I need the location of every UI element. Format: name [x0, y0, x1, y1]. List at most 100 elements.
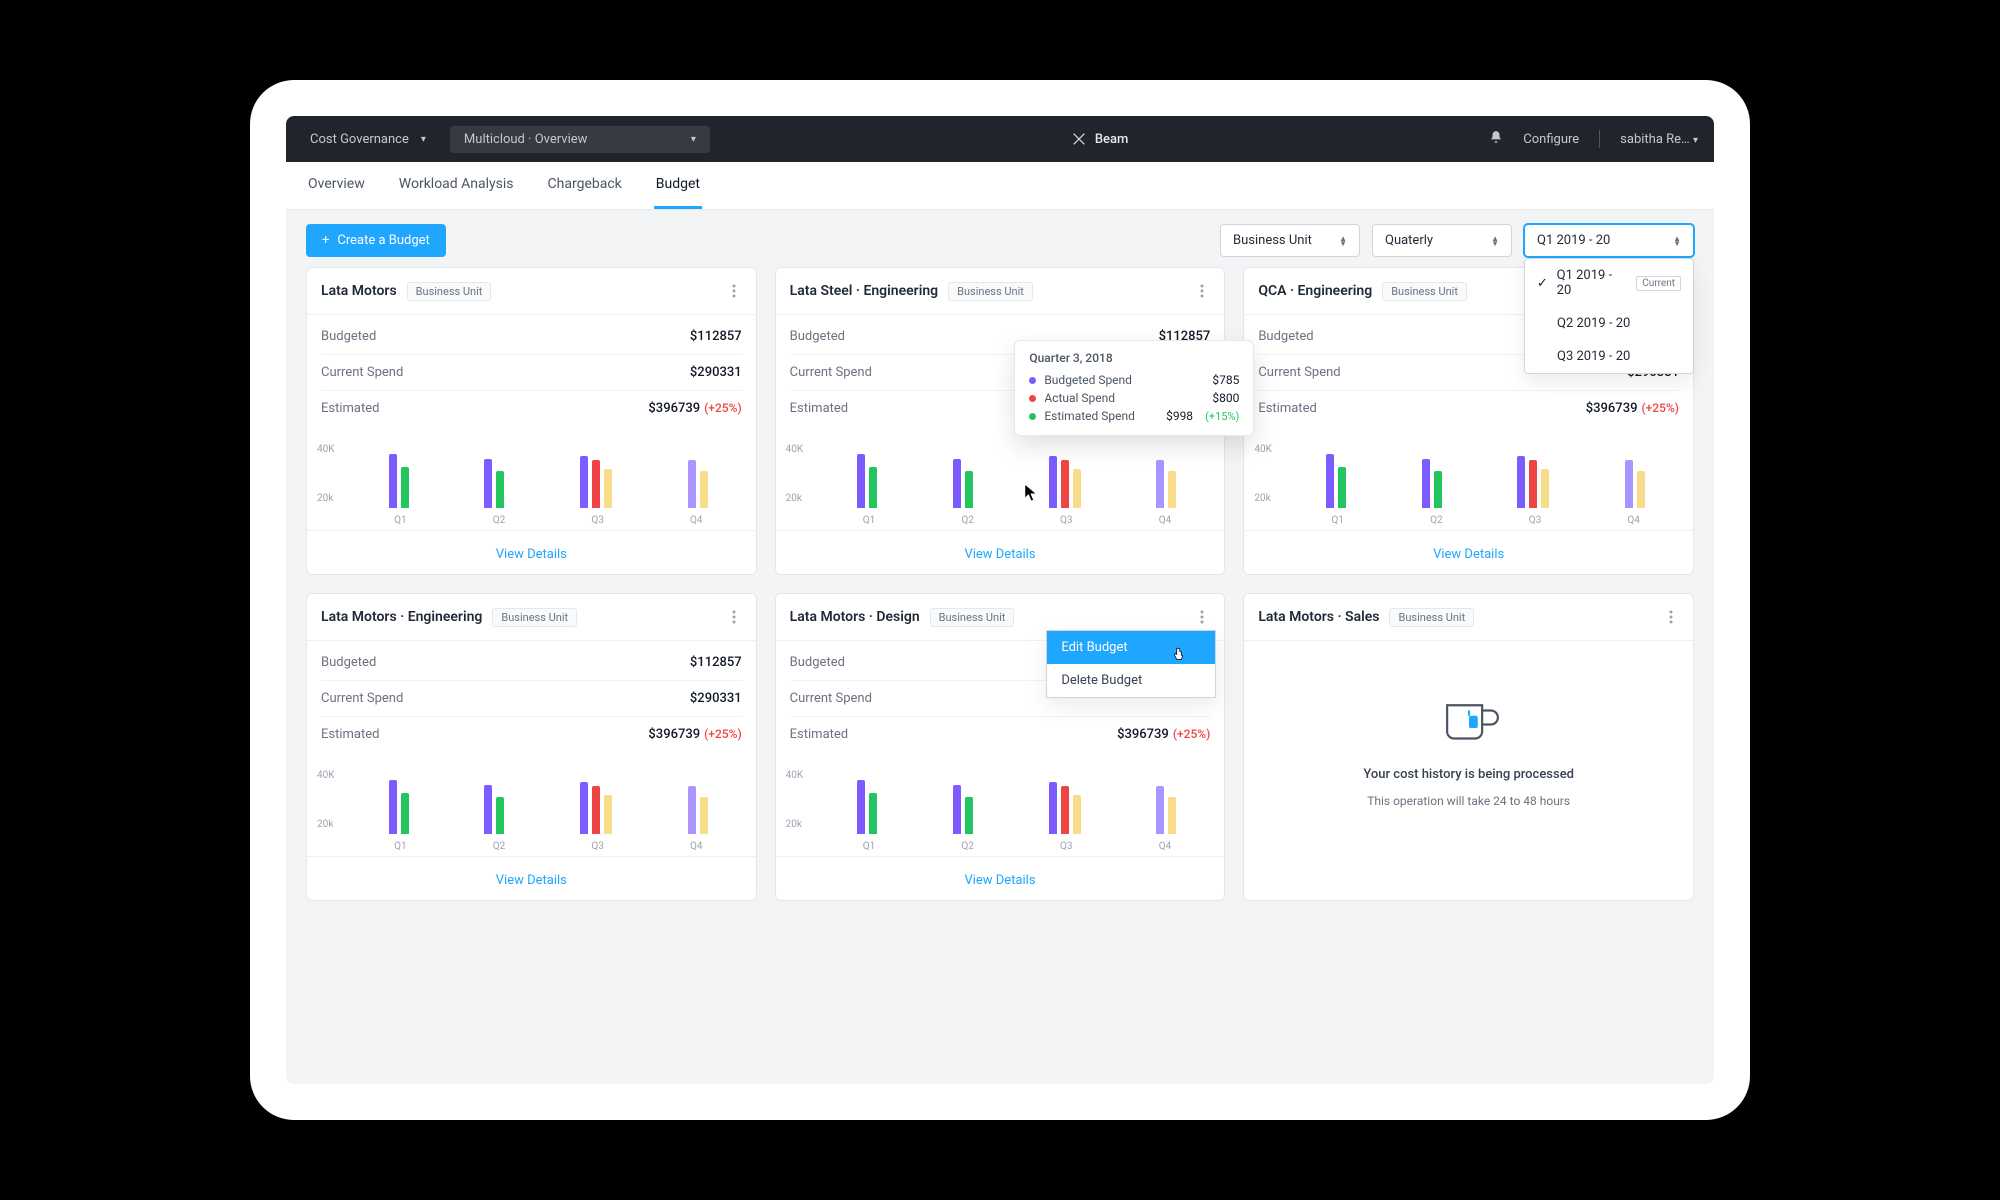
more-icon[interactable]	[1194, 606, 1210, 628]
group-by-select[interactable]: Business Unit ▲▼	[1220, 224, 1360, 257]
view-details-link[interactable]: View Details	[964, 547, 1035, 562]
processing-headline: Your cost history is being processed	[1363, 767, 1574, 782]
row-label: Budgeted	[1258, 329, 1313, 344]
view-details-link[interactable]: View Details	[964, 873, 1035, 888]
x-tick: Q2	[961, 841, 974, 852]
x-tick: Q3	[1060, 515, 1073, 526]
x-tick: Q4	[690, 515, 703, 526]
budget-chart: 40K 20k Q1 Q2 Q3 Q4	[776, 434, 1225, 530]
tooltip-label: Actual Spend	[1044, 391, 1154, 405]
period-type-value: Quaterly	[1385, 233, 1433, 248]
option-label: Q2 2019 - 20	[1537, 316, 1630, 331]
tab-chargeback[interactable]: Chargeback	[546, 162, 624, 209]
tooltip-title: Quarter 3, 2018	[1029, 351, 1239, 365]
product-area-select[interactable]: Cost Governance ▾	[302, 132, 434, 147]
legend-dot-icon	[1029, 377, 1036, 384]
x-tick: Q3	[1060, 841, 1073, 852]
more-icon[interactable]	[726, 606, 742, 628]
mug-icon	[1434, 691, 1504, 755]
plus-icon: +	[322, 233, 329, 248]
budget-chart: 40K20k Q1Q2Q3Q4	[1244, 434, 1693, 530]
sort-icon: ▲▼	[1491, 236, 1499, 246]
option-label: Q3 2019 - 20	[1537, 349, 1630, 364]
row-label: Budgeted	[321, 329, 376, 344]
card-title: QCA · Engineering	[1258, 283, 1372, 299]
chevron-down-icon: ▾	[421, 134, 426, 145]
card-title: Lata Motors · Design	[790, 609, 920, 625]
x-tick: Q1	[394, 841, 407, 852]
row-label: Current Spend	[321, 365, 403, 380]
x-tick: Q1	[863, 515, 876, 526]
menu-item-delete[interactable]: Delete Budget	[1047, 664, 1215, 697]
tooltip-pct: (+15%)	[1205, 410, 1239, 423]
row-label: Current Spend	[790, 365, 872, 380]
budget-card: Lata Motors · Design Business Unit Budge…	[775, 593, 1226, 901]
budget-chart: 40K20k Q1Q2Q3Q4	[776, 760, 1225, 856]
group-by-value: Business Unit	[1233, 233, 1312, 248]
chevron-down-icon: ▾	[691, 134, 696, 145]
row-delta: (+25%)	[1641, 401, 1679, 415]
tab-budget[interactable]: Budget	[654, 162, 702, 209]
x-tick: Q4	[1627, 515, 1640, 526]
tooltip-label: Budgeted Spend	[1044, 373, 1154, 387]
y-tick: 40K	[317, 444, 335, 455]
create-budget-label: Create a Budget	[337, 233, 429, 248]
user-label: sabitha Re…	[1620, 132, 1690, 147]
y-tick: 20k	[786, 493, 804, 504]
menu-item-edit[interactable]: Edit Budget	[1047, 631, 1215, 664]
period-type-select[interactable]: Quaterly ▲▼	[1372, 224, 1512, 257]
row-delta: (+25%)	[704, 727, 742, 741]
row-label: Estimated	[790, 727, 848, 742]
x-tick: Q4	[1159, 515, 1172, 526]
row-label: Estimated	[321, 727, 379, 742]
x-tick: Q1	[394, 515, 407, 526]
row-value: $112857	[690, 655, 742, 670]
toolbar: + Create a Budget Business Unit ▲▼ Quate…	[286, 210, 1714, 267]
tab-overview[interactable]: Overview	[306, 162, 367, 209]
tabs: Overview Workload Analysis Chargeback Bu…	[286, 162, 1714, 210]
row-label: Current Spend	[1258, 365, 1340, 380]
more-icon[interactable]	[726, 280, 742, 302]
dropdown-option[interactable]: ✓ Q1 2019 - 20 Current	[1525, 259, 1693, 307]
tooltip-value: $785	[1212, 373, 1239, 387]
row-value: $396739	[1117, 727, 1169, 742]
y-tick: 40K	[317, 770, 335, 781]
view-details-link[interactable]: View Details	[496, 547, 567, 562]
budget-chart: 40K20k Q1Q2Q3Q4	[307, 434, 756, 530]
x-tick: Q2	[1430, 515, 1443, 526]
more-icon[interactable]	[1663, 606, 1679, 628]
view-details-link[interactable]: View Details	[1433, 547, 1504, 562]
period-range-select[interactable]: Q1 2019 - 20 ▲▼ ✓ Q1 2019 - 20 Current Q…	[1524, 224, 1694, 257]
budget-card: Lata Motors · Engineering Business Unit …	[306, 593, 757, 901]
view-details-link[interactable]: View Details	[496, 873, 567, 888]
tooltip-value: $998	[1166, 409, 1193, 423]
option-label: Q1 2019 - 20	[1557, 268, 1629, 298]
row-value: $396739	[648, 727, 700, 742]
more-icon[interactable]	[1194, 280, 1210, 302]
row-label: Current Spend	[790, 691, 872, 706]
row-label: Estimated	[321, 401, 379, 416]
card-unit-pill: Business Unit	[1382, 282, 1467, 301]
row-label: Estimated	[1258, 401, 1316, 416]
user-menu[interactable]: sabitha Re… ▾	[1620, 132, 1698, 147]
y-tick: 40K	[786, 444, 804, 455]
configure-link[interactable]: Configure	[1523, 132, 1579, 147]
scope-select[interactable]: Multicloud · Overview ▾	[450, 126, 710, 153]
x-tick: Q2	[493, 841, 506, 852]
y-tick: 20k	[317, 493, 335, 504]
budget-card: Lata Steel · Engineering Business Unit B…	[775, 267, 1226, 575]
card-unit-pill: Business Unit	[407, 282, 492, 301]
product-area-label: Cost Governance	[310, 132, 409, 147]
x-tick: Q3	[591, 841, 604, 852]
x-tick: Q4	[1159, 841, 1172, 852]
chevron-down-icon: ▾	[1693, 135, 1698, 146]
tab-workload-analysis[interactable]: Workload Analysis	[397, 162, 516, 209]
legend-dot-icon	[1029, 395, 1036, 402]
row-label: Estimated	[790, 401, 848, 416]
bell-icon[interactable]	[1489, 130, 1503, 148]
dropdown-option[interactable]: Q2 2019 - 20	[1525, 307, 1693, 340]
brand-label: Beam	[1095, 132, 1129, 147]
x-tick: Q2	[961, 515, 974, 526]
create-budget-button[interactable]: + Create a Budget	[306, 224, 446, 257]
dropdown-option[interactable]: Q3 2019 - 20	[1525, 340, 1693, 373]
